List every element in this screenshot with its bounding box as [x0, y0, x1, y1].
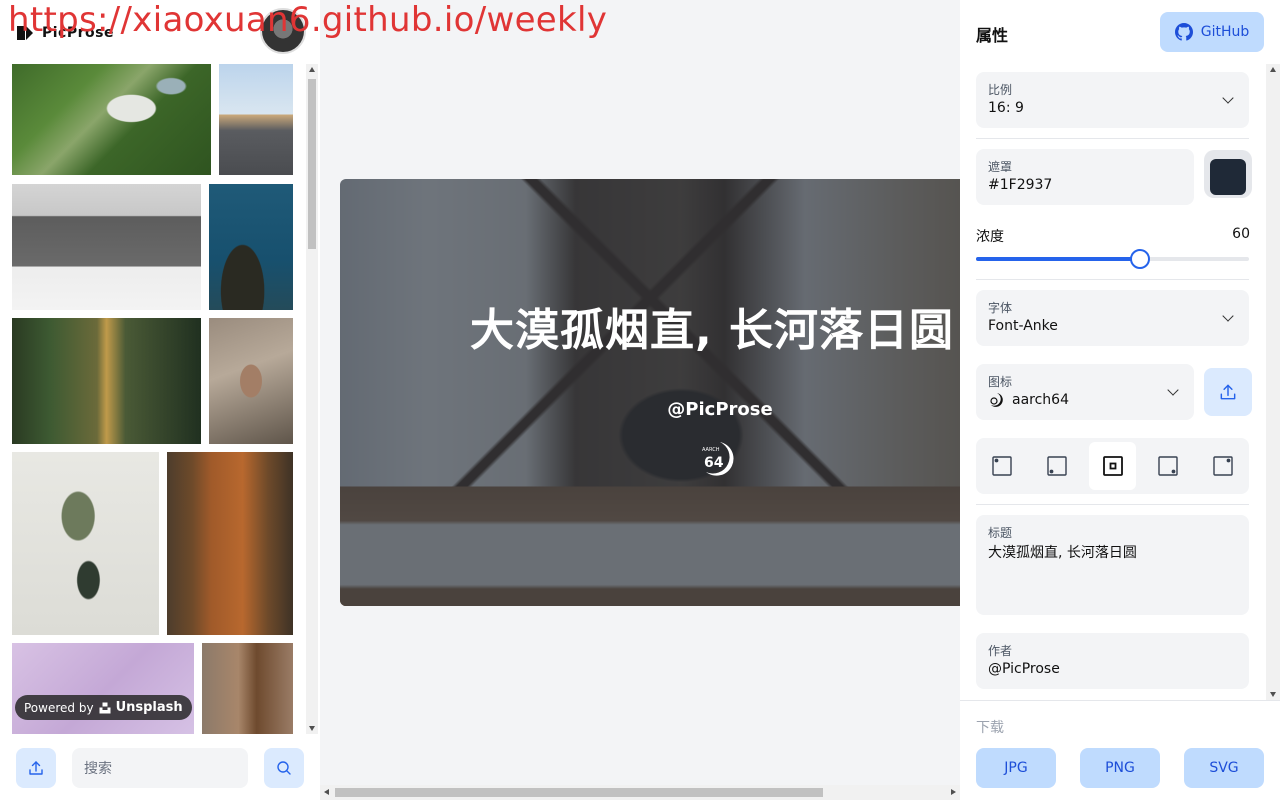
color-swatch: [1210, 159, 1246, 195]
download-label: 下载: [976, 720, 1004, 736]
divider: [976, 504, 1249, 505]
scroll-up-arrow-icon[interactable]: [309, 67, 315, 72]
properties-scrollbar[interactable]: [1266, 64, 1280, 700]
properties-panel: 属性 GitHub 比例 16: 9 遮罩 #1F2937 浓度 60 字体 F…: [960, 0, 1280, 800]
photo-thumbnail[interactable]: [209, 184, 293, 310]
photo-thumbnail[interactable]: [219, 64, 293, 175]
unsplash-text: Unsplash: [115, 700, 183, 715]
layout-bottom-right-button[interactable]: [1144, 442, 1191, 490]
layout-center-button[interactable]: [1089, 442, 1136, 490]
color-mask-overlay: [340, 179, 960, 606]
layout-top-left-icon: [991, 456, 1012, 476]
github-icon: [1174, 23, 1193, 41]
mask-value: #1F2937: [988, 177, 1053, 193]
icon-label: 图标: [988, 375, 1013, 389]
download-png-button[interactable]: PNG: [1080, 748, 1160, 788]
upload-icon-button[interactable]: [1204, 368, 1252, 416]
search-button[interactable]: [264, 748, 304, 788]
image-browser-panel: PicProse Powered by Unsplash 搜索 https://…: [0, 0, 607, 800]
layout-top-right-icon: [1212, 456, 1233, 476]
url-watermark: https://xiaoxuan6.github.io/weekly: [8, 0, 608, 40]
opacity-label: 浓度: [976, 229, 1004, 245]
scroll-right-arrow-icon[interactable]: [951, 789, 956, 795]
photo-thumbnail[interactable]: [12, 318, 201, 444]
color-picker-button[interactable]: [1204, 150, 1252, 198]
layout-center-icon: [1102, 456, 1123, 476]
chevron-down-icon: [1222, 310, 1234, 322]
ratio-value: 16: 9: [988, 100, 1024, 116]
cover-title: 大漠孤烟直, 长河落日圆: [470, 305, 955, 356]
photo-thumbnail[interactable]: [167, 452, 293, 635]
scrollbar-thumb[interactable]: [308, 79, 316, 249]
upload-image-button[interactable]: [16, 748, 56, 788]
gallery-scrollbar[interactable]: [306, 64, 318, 734]
scroll-down-arrow-icon[interactable]: [1270, 692, 1276, 697]
chevron-down-icon: [1222, 92, 1234, 104]
unsplash-logo-icon: [99, 702, 111, 713]
ratio-select[interactable]: 比例 16: 9: [976, 72, 1249, 128]
layout-bottom-left-icon: [1046, 456, 1067, 476]
upload-icon: [29, 761, 43, 775]
layout-bottom-left-button[interactable]: [1033, 442, 1080, 490]
github-button[interactable]: GitHub: [1160, 12, 1264, 52]
powered-by-text: Powered by: [24, 700, 94, 715]
icon-select[interactable]: 图标 aarch64: [976, 364, 1194, 420]
chevron-down-icon: [1167, 384, 1179, 396]
font-select[interactable]: 字体 Font-Anke: [976, 290, 1249, 346]
author-value: @PicProse: [988, 661, 1060, 677]
layout-bottom-right-icon: [1157, 456, 1178, 476]
properties-title: 属性: [976, 26, 1009, 45]
scroll-up-arrow-icon[interactable]: [1270, 67, 1276, 72]
photo-thumbnail[interactable]: [12, 452, 159, 635]
title-textarea[interactable]: 标题 大漠孤烟直, 长河落日圆: [976, 515, 1249, 615]
title-label: 标题: [988, 526, 1013, 540]
photo-thumbnail[interactable]: [12, 64, 211, 175]
scroll-left-arrow-icon[interactable]: [324, 789, 329, 795]
photo-thumbnail[interactable]: [209, 318, 293, 444]
mask-color-input[interactable]: 遮罩 #1F2937: [976, 149, 1194, 205]
slider-fill: [976, 257, 1140, 261]
font-value: Font-Anke: [988, 318, 1058, 334]
layout-top-left-button[interactable]: [978, 442, 1025, 490]
svg-text:64: 64: [704, 455, 724, 471]
svg-text:AARCH: AARCH: [702, 447, 720, 453]
title-value: 大漠孤烟直, 长河落日圆: [988, 545, 1137, 561]
icon-value: aarch64: [1012, 392, 1069, 408]
photo-thumbnail[interactable]: [12, 184, 201, 310]
divider: [976, 279, 1249, 280]
scrollbar-thumb[interactable]: [335, 788, 823, 797]
powered-by-unsplash-badge[interactable]: Powered by Unsplash: [15, 695, 192, 720]
github-label: GitHub: [1200, 24, 1250, 40]
photo-thumbnail[interactable]: [202, 643, 293, 734]
aarch64-logo-icon: 64 AARCH: [702, 442, 734, 476]
scroll-down-arrow-icon[interactable]: [309, 726, 315, 731]
upload-icon: [1220, 384, 1236, 400]
slider-handle[interactable]: [1129, 249, 1150, 269]
author-input[interactable]: 作者 @PicProse: [976, 633, 1249, 689]
ratio-label: 比例: [988, 83, 1013, 97]
photo-gallery: [12, 64, 294, 734]
opacity-value: 60: [1232, 226, 1250, 242]
aarch64-small-icon: [990, 393, 1003, 407]
opacity-slider[interactable]: [976, 249, 1249, 269]
search-icon: [277, 761, 291, 775]
search-input[interactable]: [72, 748, 248, 788]
divider: [976, 138, 1249, 139]
layout-position-group: [976, 438, 1249, 494]
search-bar: [0, 740, 320, 800]
layout-top-right-button[interactable]: [1199, 442, 1246, 490]
cover-author: @PicProse: [667, 399, 773, 420]
cover-preview-canvas: 大漠孤烟直, 长河落日圆 @PicProse 64 AARCH: [340, 179, 960, 606]
download-jpg-button[interactable]: JPG: [976, 748, 1056, 788]
download-svg-button[interactable]: SVG: [1184, 748, 1264, 788]
mask-label: 遮罩: [988, 160, 1013, 174]
author-label: 作者: [988, 644, 1013, 658]
divider: [960, 700, 1280, 701]
font-label: 字体: [988, 301, 1013, 315]
canvas-horizontal-scrollbar[interactable]: [320, 785, 960, 800]
photo-thumbnail[interactable]: [12, 643, 194, 734]
